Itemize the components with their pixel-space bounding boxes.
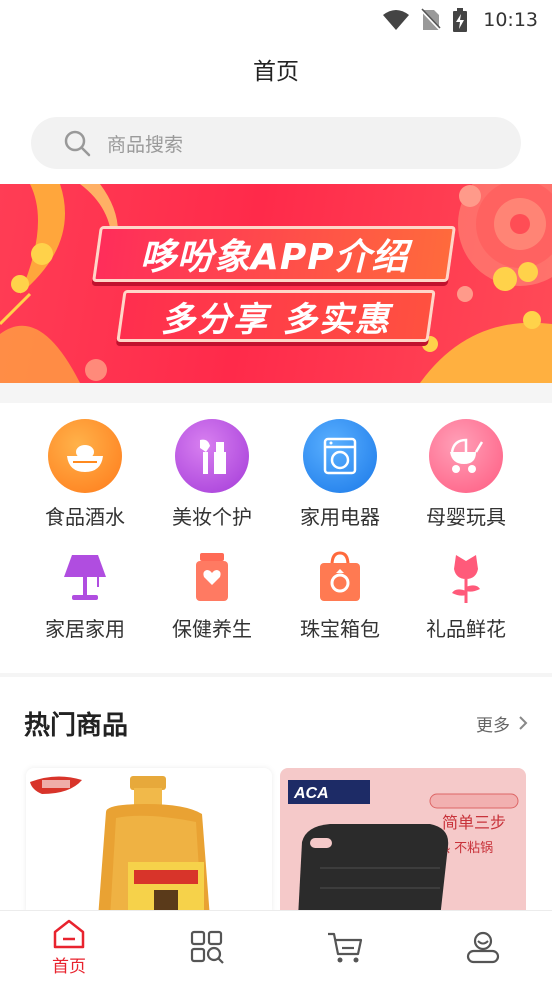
wifi-icon	[383, 10, 410, 30]
search-input[interactable]: 商品搜索	[31, 117, 521, 169]
home-icon	[53, 919, 85, 948]
jewelry-bag-icon	[303, 549, 377, 605]
category-search-icon	[190, 930, 224, 964]
product-card-oil[interactable]	[26, 768, 272, 918]
category-label: 家居家用	[45, 617, 125, 641]
category-grid: 食品酒水 美妆个护 家用电器 母婴玩具 家居家用 保健养生 珠宝箱包 礼品鲜花	[0, 403, 552, 673]
category-health[interactable]: 保健养生	[148, 549, 276, 642]
category-label: 珠宝箱包	[300, 617, 380, 641]
battery-charging-icon	[453, 8, 468, 32]
no-sim-icon	[421, 8, 441, 31]
section-title: 热门商品	[24, 710, 129, 741]
product-image	[30, 776, 210, 918]
product-image: ACA 简单三步 双面加热 不粘锅	[288, 780, 519, 918]
category-label: 食品酒水	[45, 505, 125, 529]
category-makeup[interactable]: 美妆个护	[148, 419, 276, 530]
tab-home[interactable]: 首页	[0, 911, 138, 983]
hot-products-header: 热门商品 更多	[0, 690, 552, 756]
food-bowl-icon	[48, 419, 122, 493]
tab-cart[interactable]	[276, 911, 414, 983]
category-food[interactable]: 食品酒水	[21, 419, 149, 530]
banner-subtitle: 多分享 多实惠	[116, 290, 436, 342]
category-label: 家用电器	[300, 505, 380, 529]
user-icon	[466, 931, 500, 964]
page-title: 首页	[253, 59, 299, 85]
category-label: 美妆个护	[172, 505, 252, 529]
cart-icon	[328, 932, 363, 963]
tab-category[interactable]	[138, 911, 276, 983]
banner-decoration	[0, 184, 552, 383]
search-placeholder: 商品搜索	[107, 133, 184, 156]
divider	[0, 673, 552, 677]
product-card-sandwich-maker[interactable]: ACA 简单三步 双面加热 不粘锅	[280, 768, 526, 918]
flower-icon	[429, 549, 503, 605]
makeup-icon	[175, 419, 249, 493]
chevron-right-icon	[519, 716, 528, 730]
tab-profile[interactable]	[414, 911, 552, 983]
category-label: 母婴玩具	[426, 505, 506, 529]
svg-text:ACA: ACA	[293, 785, 329, 802]
bottom-tab-bar: 首页	[0, 910, 552, 983]
category-baby[interactable]: 母婴玩具	[402, 419, 530, 530]
category-gift[interactable]: 礼品鲜花	[402, 549, 530, 642]
category-label: 保健养生	[172, 617, 252, 641]
category-appliance[interactable]: 家用电器	[276, 419, 404, 530]
tab-label: 首页	[52, 956, 86, 977]
banner-title: 哆吩象APP介绍	[92, 226, 456, 282]
promo-banner[interactable]: 哆吩象APP介绍 多分享 多实惠	[0, 184, 552, 383]
washing-machine-icon	[303, 419, 377, 493]
status-bar: 10:13	[0, 0, 552, 40]
divider	[0, 383, 552, 403]
category-home[interactable]: 家居家用	[21, 549, 149, 642]
more-link[interactable]: 更多	[476, 711, 528, 736]
svg-text:简单三步: 简单三步	[442, 813, 506, 832]
more-label: 更多	[476, 715, 510, 736]
category-jewelry[interactable]: 珠宝箱包	[276, 549, 404, 642]
status-time: 10:13	[483, 9, 538, 31]
lamp-icon	[48, 549, 122, 605]
search-icon	[64, 130, 91, 157]
category-label: 礼品鲜花	[426, 617, 506, 641]
health-jar-icon	[175, 549, 249, 605]
baby-stroller-icon	[429, 419, 503, 493]
